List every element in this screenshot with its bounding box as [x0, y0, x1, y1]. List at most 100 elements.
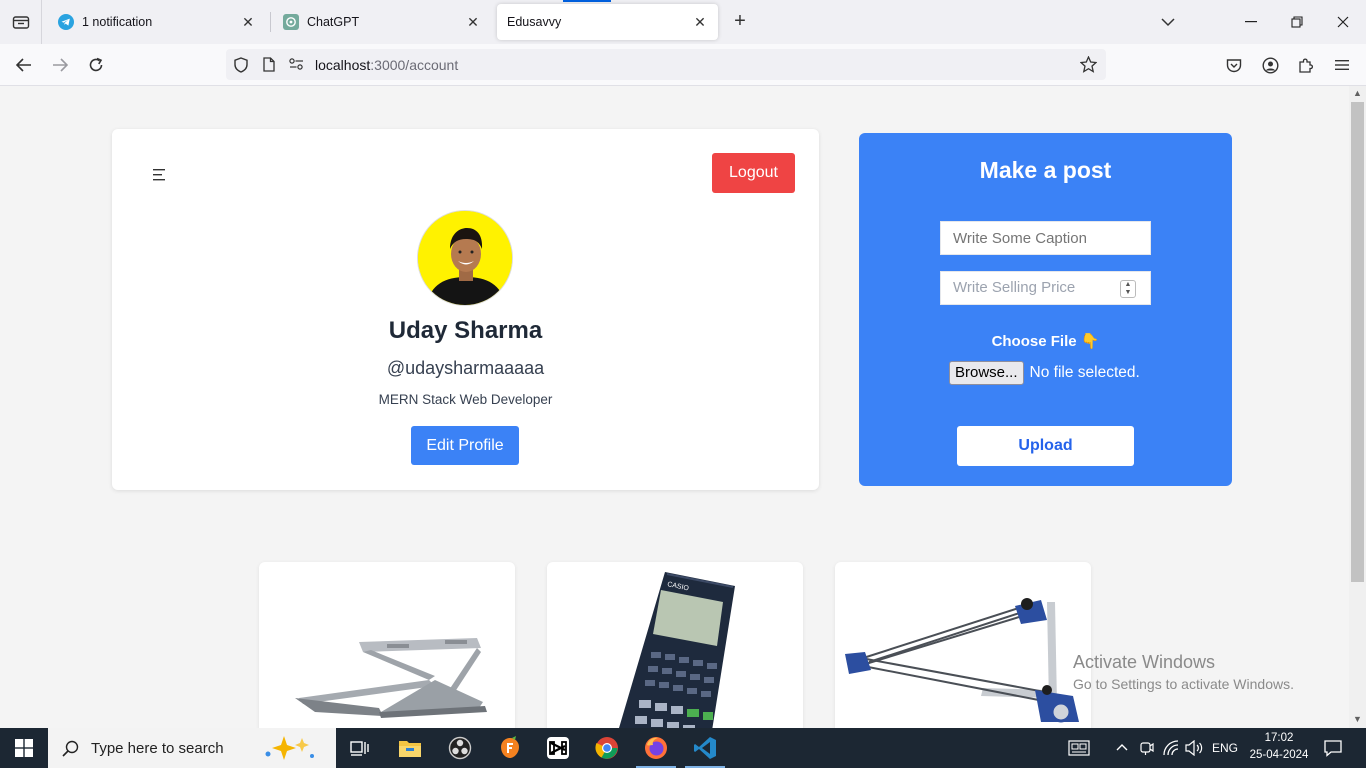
- price-input[interactable]: Write Selling Price ▲ ▼: [940, 271, 1151, 305]
- number-spinner-icon[interactable]: ▲ ▼: [1120, 280, 1136, 298]
- tab-chatgpt[interactable]: ChatGPT ✕: [273, 4, 491, 40]
- back-button[interactable]: [11, 52, 37, 78]
- avatar-portrait: [418, 211, 512, 305]
- tab-separator: [270, 12, 271, 32]
- folder-icon: [399, 741, 421, 757]
- tab-title: 1 notification: [82, 15, 153, 29]
- product-card[interactable]: [835, 562, 1091, 728]
- tab-list-button[interactable]: [0, 0, 42, 44]
- forward-button[interactable]: [47, 52, 73, 78]
- new-tab-button[interactable]: +: [728, 10, 752, 34]
- pointing-down-icon: 👇: [1080, 333, 1100, 350]
- minimize-icon: [1245, 21, 1257, 23]
- plus-icon: +: [734, 10, 746, 32]
- star-icon[interactable]: [1080, 56, 1097, 73]
- minimize-button[interactable]: [1228, 0, 1274, 44]
- logout-button[interactable]: Logout: [712, 153, 795, 193]
- obs-button[interactable]: [436, 728, 484, 768]
- windows-activation-watermark: Activate Windows Go to Settings to activ…: [1073, 652, 1294, 692]
- language-indicator[interactable]: ENG: [1212, 741, 1238, 755]
- scroll-thumb[interactable]: [1351, 102, 1364, 582]
- tab-drag-indicator: [563, 0, 611, 2]
- volume-icon[interactable]: [1185, 740, 1203, 756]
- reload-button[interactable]: [83, 52, 109, 78]
- account-icon: [1261, 56, 1279, 74]
- restore-button[interactable]: [1274, 0, 1320, 44]
- clock-date[interactable]: 25-04-2024: [1248, 749, 1310, 761]
- notifications-icon[interactable]: [1324, 739, 1342, 757]
- post-form-title: Make a post: [979, 157, 1112, 183]
- menu-icon[interactable]: [152, 168, 168, 182]
- caption-input[interactable]: [940, 221, 1151, 255]
- fl-studio-button[interactable]: [486, 728, 534, 768]
- upload-button[interactable]: Upload: [957, 426, 1134, 466]
- close-icon: [1337, 16, 1349, 28]
- keyboard-icon[interactable]: [1068, 740, 1090, 756]
- page-scrollbar[interactable]: ▲ ▼: [1349, 86, 1366, 728]
- page-icon[interactable]: [263, 57, 275, 72]
- wifi-icon[interactable]: [1163, 740, 1179, 756]
- browse-button[interactable]: Browse...: [949, 361, 1024, 385]
- puzzle-icon: [1299, 58, 1313, 73]
- watermark-line-2: Go to Settings to activate Windows.: [1073, 676, 1294, 692]
- no-file-text: No file selected.: [1029, 364, 1140, 381]
- choose-file-label: Choose File 👇: [859, 332, 1232, 350]
- product-card[interactable]: CASIO: [547, 562, 803, 728]
- choose-file-text: Choose File: [991, 333, 1077, 350]
- close-icon[interactable]: ✕: [692, 14, 708, 31]
- account-button[interactable]: [1257, 52, 1283, 78]
- profile-card: Logout Uday Sharma @udaysharmaaaaa MERN …: [112, 129, 819, 490]
- shield-icon[interactable]: [234, 57, 248, 73]
- chatgpt-icon: [283, 14, 299, 30]
- vscode-button[interactable]: [681, 728, 729, 768]
- user-handle: @udaysharmaaaaa: [386, 358, 545, 378]
- permissions-icon[interactable]: [289, 58, 304, 70]
- meet-now-icon[interactable]: [1140, 740, 1154, 756]
- capcut-button[interactable]: [534, 728, 582, 768]
- windows-taskbar: Type here to search ENG 17:02 25-04-2024: [0, 728, 1366, 768]
- telegram-icon: [58, 14, 74, 30]
- obs-icon: [448, 736, 472, 760]
- product-card[interactable]: [259, 562, 515, 728]
- taskbar-search[interactable]: Type here to search: [48, 728, 336, 768]
- address-bar[interactable]: localhost:3000/account: [226, 49, 1106, 80]
- tab-edusavvy[interactable]: Edusavvy ✕: [497, 4, 718, 40]
- url-host: localhost: [315, 57, 371, 73]
- chevron-up-icon[interactable]: [1116, 743, 1128, 751]
- scroll-up-icon[interactable]: ▲: [1349, 86, 1366, 100]
- page-content: Logout Uday Sharma @udaysharmaaaaa MERN …: [0, 86, 1349, 728]
- clock-time[interactable]: 17:02: [1264, 732, 1294, 744]
- close-icon[interactable]: ✕: [240, 14, 256, 31]
- firefox-button[interactable]: [632, 728, 680, 768]
- capcut-icon: [547, 737, 569, 759]
- pocket-button[interactable]: [1221, 52, 1247, 78]
- drafter-icon: [845, 598, 1079, 723]
- copilot-sparkle-icon: [265, 736, 314, 760]
- list-all-tabs-button[interactable]: [1145, 0, 1191, 44]
- user-name: Uday Sharma: [388, 317, 543, 344]
- laptop-stand-icon: [295, 638, 487, 718]
- task-view-button[interactable]: [336, 728, 384, 768]
- menu-button[interactable]: [1329, 52, 1355, 78]
- task-view-icon: [350, 741, 369, 756]
- tab-notification[interactable]: 1 notification ✕: [48, 4, 266, 40]
- extensions-button[interactable]: [1293, 52, 1319, 78]
- edit-profile-button[interactable]: Edit Profile: [411, 426, 519, 465]
- tab-title: ChatGPT: [307, 15, 360, 29]
- file-explorer-button[interactable]: [386, 728, 434, 768]
- close-window-button[interactable]: [1320, 0, 1366, 44]
- url-text[interactable]: localhost:3000/account: [315, 57, 458, 73]
- restore-icon: [1291, 16, 1303, 28]
- close-icon[interactable]: ✕: [465, 14, 481, 31]
- chrome-icon: [595, 737, 618, 759]
- arrow-left-icon: [16, 58, 31, 72]
- start-button[interactable]: [0, 728, 48, 768]
- scroll-down-icon[interactable]: ▼: [1349, 712, 1366, 726]
- windows-logo-icon: [15, 739, 33, 757]
- reload-icon: [89, 57, 103, 72]
- make-post-form: Make a post Write Selling Price ▲▼ Choos…: [859, 133, 1232, 486]
- file-input[interactable]: Browse... No file selected.: [949, 361, 1140, 385]
- chrome-button[interactable]: [583, 728, 631, 768]
- tab-title: Edusavvy: [507, 15, 562, 29]
- browser-nav-bar: localhost:3000/account: [0, 44, 1366, 86]
